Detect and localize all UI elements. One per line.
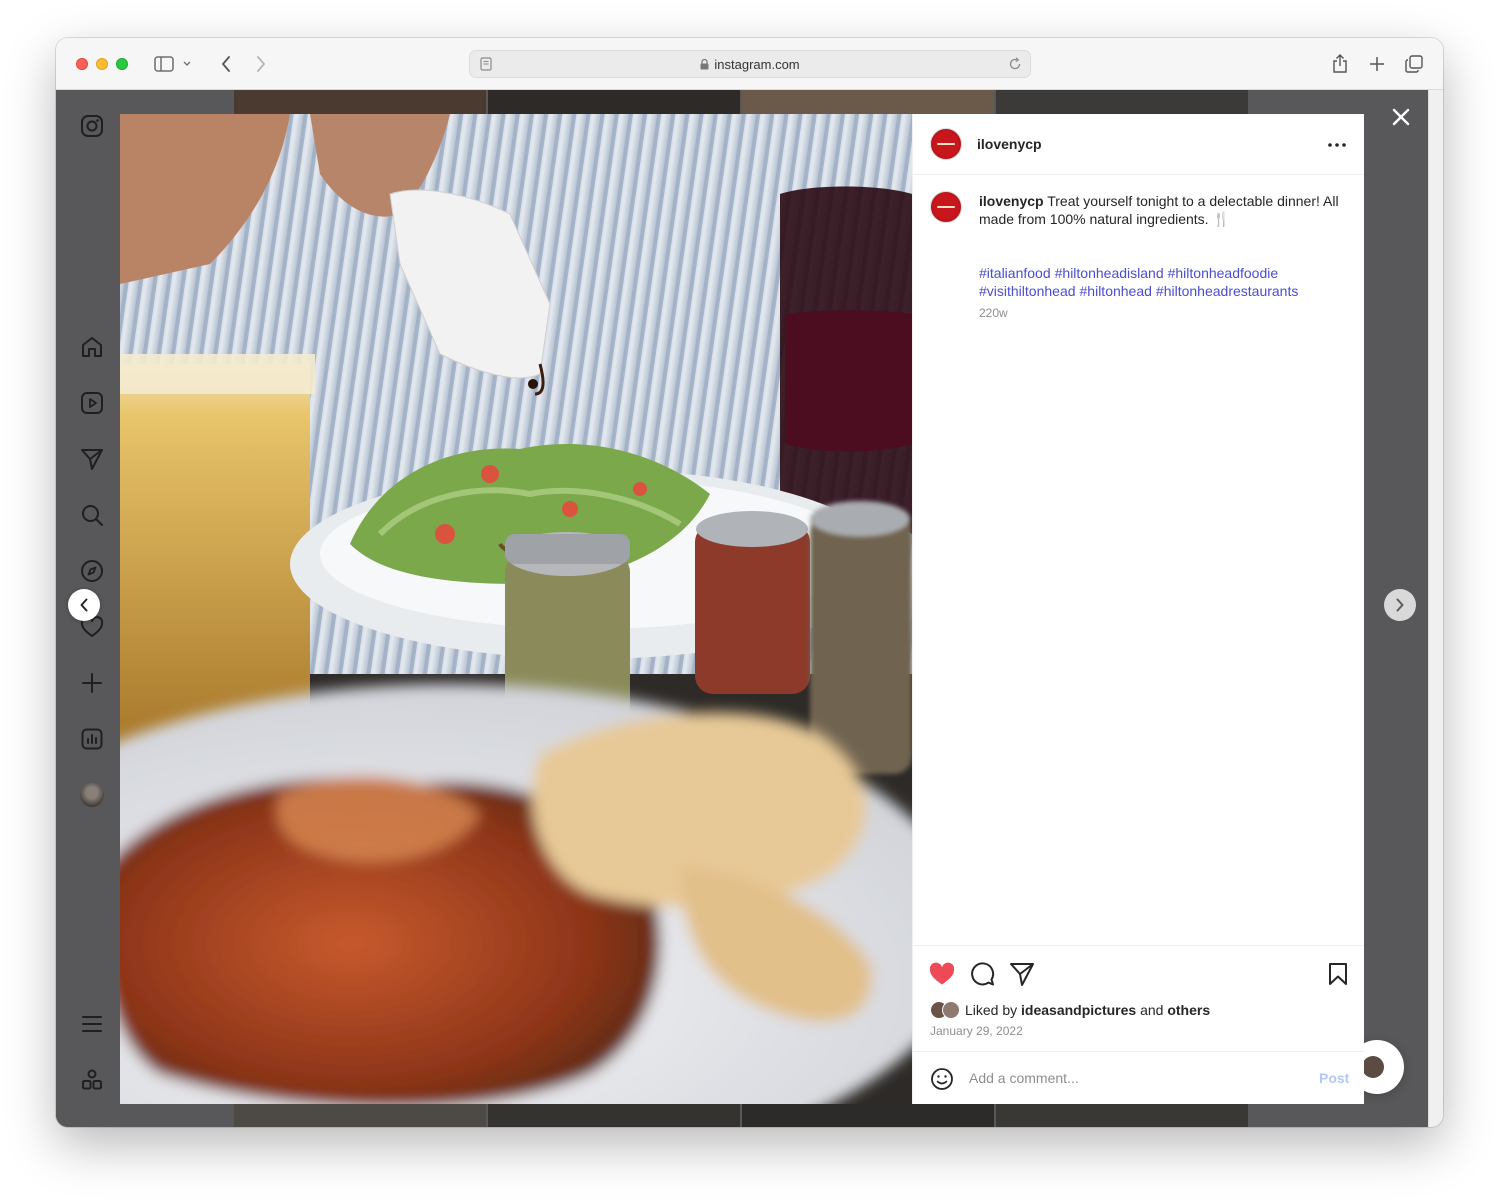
liked-and-label: and [1140, 1002, 1164, 1018]
author-avatar[interactable] [930, 128, 962, 160]
browser-window: instagram.com ilovenycp ilovenycp Treat … [56, 38, 1443, 1127]
explore-icon[interactable] [79, 558, 105, 584]
zoom-window-button[interactable] [116, 58, 128, 70]
reels-icon[interactable] [79, 390, 105, 416]
comment-icon[interactable] [968, 960, 996, 988]
close-icon[interactable] [1388, 104, 1414, 130]
search-icon[interactable] [79, 502, 105, 528]
post-comment-button[interactable]: Post [1319, 1070, 1349, 1086]
forward-icon[interactable] [249, 52, 273, 76]
food-photo-image [120, 114, 912, 1104]
post-actions: Liked by ideasandpictures and others Jan… [913, 945, 1364, 1050]
liked-by-label: Liked by [965, 1002, 1018, 1018]
tab-overview-icon[interactable] [1402, 52, 1426, 76]
instagram-page: ilovenycp ilovenycp Treat yourself tonig… [56, 90, 1428, 1127]
share-sheet-icon[interactable] [1328, 52, 1352, 76]
browser-toolbar: instagram.com [56, 38, 1443, 90]
new-tab-icon[interactable] [1365, 52, 1389, 76]
sidebar-toggle-icon[interactable] [152, 52, 176, 76]
grid-tile[interactable] [488, 90, 740, 114]
post-header: ilovenycp [913, 114, 1364, 175]
hashtags: #italianfood #hiltonheadisland #hiltonhead… [979, 264, 1349, 300]
back-icon[interactable] [214, 52, 238, 76]
minimize-window-button[interactable] [96, 58, 108, 70]
instagram-logo-icon[interactable] [79, 113, 105, 139]
direct-icon[interactable] [79, 446, 105, 472]
url-display: instagram.com [470, 57, 1030, 73]
create-icon[interactable] [79, 670, 105, 696]
url-text: instagram.com [714, 57, 800, 72]
next-post-button[interactable] [1384, 589, 1416, 621]
menu-icon[interactable] [79, 1011, 105, 1037]
chevron-down-icon[interactable] [180, 52, 194, 76]
heart-icon[interactable] [928, 960, 956, 988]
hashtag-link[interactable]: #hiltonheadisland [1055, 265, 1164, 281]
post-details-panel: ilovenycp ilovenycp Treat yourself tonig… [912, 114, 1364, 1104]
previous-post-button[interactable] [68, 589, 100, 621]
reload-icon[interactable] [1008, 57, 1022, 76]
page-scrollbar[interactable] [1428, 90, 1443, 1127]
grid-tile[interactable] [996, 90, 1248, 114]
grid-tile[interactable] [234, 90, 486, 114]
hashtag-link[interactable]: #italianfood [979, 265, 1051, 281]
bookmark-icon[interactable] [1324, 960, 1352, 988]
caption-username[interactable]: ilovenycp [979, 193, 1044, 209]
comment-box: Post [913, 1051, 1364, 1104]
likes-summary: Liked by ideasandpictures and others [930, 1001, 1210, 1019]
close-window-button[interactable] [76, 58, 88, 70]
emoji-icon[interactable] [929, 1066, 955, 1092]
grid-tile[interactable] [234, 1103, 486, 1127]
liker-avatar [942, 1001, 960, 1019]
profile-avatar[interactable] [79, 782, 105, 808]
more-apps-icon[interactable] [79, 1067, 105, 1093]
hashtag-link[interactable]: #hiltonheadfoodie [1168, 265, 1279, 281]
author-username[interactable]: ilovenycp [977, 136, 1042, 152]
grid-tile[interactable] [996, 1103, 1248, 1127]
caption-avatar[interactable] [930, 191, 962, 223]
share-icon[interactable] [1008, 960, 1036, 988]
post-date[interactable]: January 29, 2022 [930, 1024, 1023, 1038]
address-bar[interactable]: instagram.com [469, 50, 1031, 78]
grid-tile[interactable] [742, 90, 994, 114]
post-photo[interactable] [120, 114, 912, 1104]
home-icon[interactable] [79, 334, 105, 360]
grid-tile[interactable] [742, 1103, 994, 1127]
hashtag-link[interactable]: #hiltonheadrestaurants [1156, 283, 1298, 299]
grid-tile[interactable] [488, 1103, 740, 1127]
post-caption: ilovenycp Treat yourself tonight to a de… [979, 192, 1349, 228]
hashtag-link[interactable]: #hiltonhead [1080, 283, 1152, 299]
post-modal: ilovenycp ilovenycp Treat yourself tonig… [120, 114, 1364, 1104]
comment-input[interactable] [969, 1066, 1289, 1090]
liked-by-user[interactable]: ideasandpictures [1021, 1002, 1136, 1018]
more-options-icon[interactable] [1325, 133, 1349, 157]
hashtag-link[interactable]: #visithiltonhead [979, 283, 1076, 299]
lock-icon [700, 58, 709, 73]
post-age[interactable]: 220w [979, 306, 1008, 320]
liked-others[interactable]: others [1167, 1002, 1210, 1018]
insights-icon[interactable] [79, 726, 105, 752]
